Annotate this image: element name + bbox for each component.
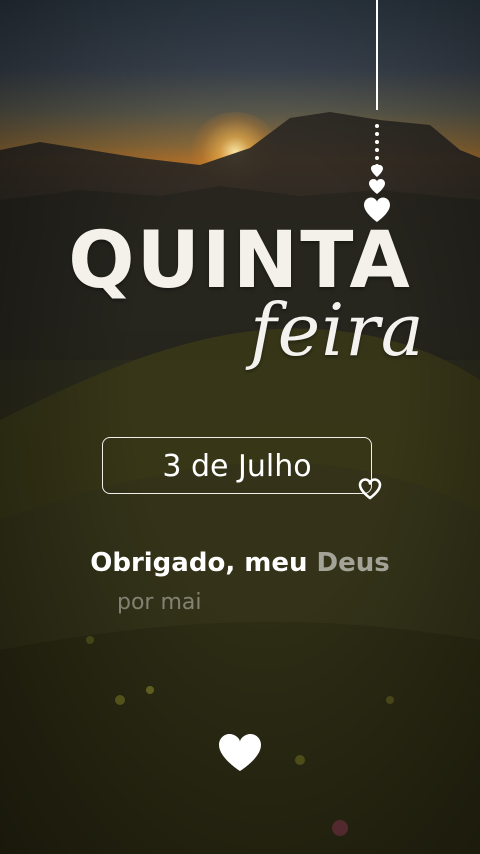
heart-outline-icon <box>358 478 382 500</box>
gratitude-message: Obrigado, meu Deus <box>0 548 480 578</box>
gratitude-message-fade: Deus <box>316 548 390 578</box>
gratitude-submessage: por mai <box>117 590 202 615</box>
heart-icon <box>219 734 261 771</box>
hanging-hearts-icon <box>364 0 390 222</box>
gratitude-message-main: Obrigado, meu <box>90 548 308 578</box>
day-subtitle: feira <box>250 288 425 372</box>
date-label: 3 de Julho <box>162 449 312 484</box>
date-frame: 3 de Julho <box>102 437 372 494</box>
vignette <box>0 0 480 854</box>
background-photo <box>0 0 480 854</box>
